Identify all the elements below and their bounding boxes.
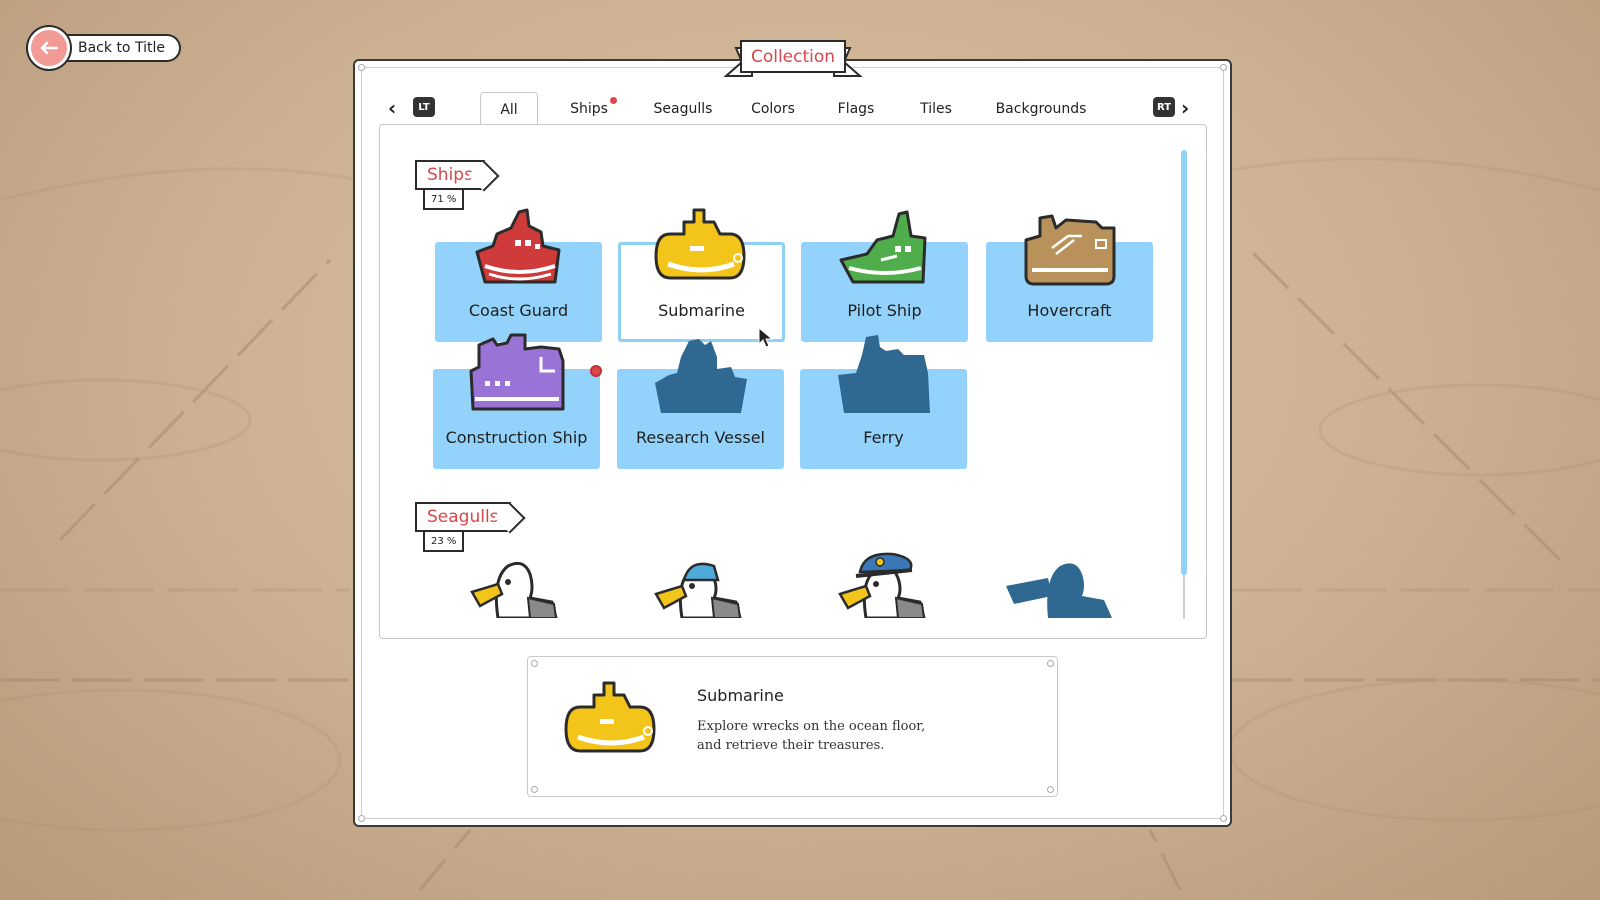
completion-percent: 71 % [423,190,465,210]
description-line: and retrieve their treasures. [697,738,885,753]
mouse-cursor-icon [758,327,774,348]
item-name: Submarine [658,301,745,320]
seagull-captain-hat-icon[interactable] [836,548,932,618]
item-name: Construction Ship [445,428,588,447]
corner-rivet [1047,660,1054,667]
seagull-beanie-icon[interactable] [652,558,748,618]
tab-label: Backgrounds [995,101,1087,117]
new-item-indicator [590,365,602,377]
chevron-right-icon[interactable]: › [1181,96,1189,120]
tab-backgrounds[interactable]: Backgrounds [986,92,1096,126]
chevron-left-icon[interactable]: ‹ [388,96,396,120]
tab-label: Tiles [920,101,952,117]
item-detail-panel: Submarine Explore wrecks on the ocean fl… [527,656,1058,797]
item-name: Coast Guard [468,301,569,320]
completion-percent: 23 % [423,532,465,552]
submarine-preview-icon [564,681,656,753]
detail-item-description: Explore wrecks on the ocean floor, and r… [697,717,925,755]
tab-label: Ships [570,101,608,117]
hovercraft-icon [1024,214,1115,286]
item-name: Research Vessel [636,428,765,447]
corner-rivet [1220,64,1227,71]
submarine-icon [654,208,745,280]
construction-ship-icon [469,333,564,411]
tab-label: Seagulls [653,101,713,117]
arrow-left-icon [28,27,70,69]
tab-label: Colors [751,101,795,117]
tab-colors[interactable]: Colors [738,92,808,126]
tab-label: Flags [837,101,875,117]
item-name: Pilot Ship [847,301,922,320]
item-card-pilot-ship[interactable]: Pilot Ship [801,210,968,342]
detail-item-name: Submarine [697,686,784,705]
corner-rivet [358,815,365,822]
seagull-plain-icon[interactable] [468,558,564,618]
tab-label: All [500,101,518,118]
item-card-construction-ship[interactable]: Construction Ship [433,333,600,469]
lt-trigger-icon: LT [413,97,435,117]
section-title: Ships [415,160,485,190]
corner-rivet [531,660,538,667]
tab-tiles[interactable]: Tiles [906,92,966,126]
locked-ship-silhouette-icon [654,339,747,413]
section-tag-seagulls: Seagulls 23 % [415,502,511,552]
section-tag-ships: Ships 71 % [415,160,485,210]
page-title: Collection [740,40,846,73]
tab-all[interactable]: All [480,92,538,126]
item-card-coast-guard[interactable]: Coast Guard [435,208,602,342]
item-name: Ferry [863,428,904,447]
corner-rivet [1047,786,1054,793]
corner-rivet [531,786,538,793]
tab-flags[interactable]: Flags [824,92,888,126]
item-name: Hovercraft [1027,301,1112,320]
description-line: Explore wrecks on the ocean floor, [697,719,926,734]
section-title: Seagulls [415,502,511,532]
tab-seagulls[interactable]: Seagulls [642,92,724,126]
locked-seagull-silhouette-icon[interactable] [1004,556,1116,618]
item-card-research-vessel[interactable]: Research Vessel [617,339,784,469]
pilot-ship-icon [839,210,926,284]
scrollbar-track[interactable] [1183,575,1185,619]
category-tabs: ‹ LT All Ships Seagulls Colors Flags Til… [380,92,1210,126]
scrollbar-thumb[interactable] [1181,150,1187,575]
back-to-title-label: Back to Title [60,34,181,62]
corner-rivet [1220,815,1227,822]
title-banner: Collection [722,38,864,80]
item-card-ferry[interactable]: Ferry [800,335,967,469]
new-indicator [610,97,617,104]
locked-ship-silhouette-icon [837,335,930,413]
rt-trigger-icon: RT [1153,97,1175,117]
item-card-hovercraft[interactable]: Hovercraft [986,214,1153,342]
coast-guard-ship-icon [475,208,560,284]
tab-ships[interactable]: Ships [560,92,618,126]
corner-rivet [358,64,365,71]
back-to-title-button[interactable]: Back to Title [28,26,181,70]
